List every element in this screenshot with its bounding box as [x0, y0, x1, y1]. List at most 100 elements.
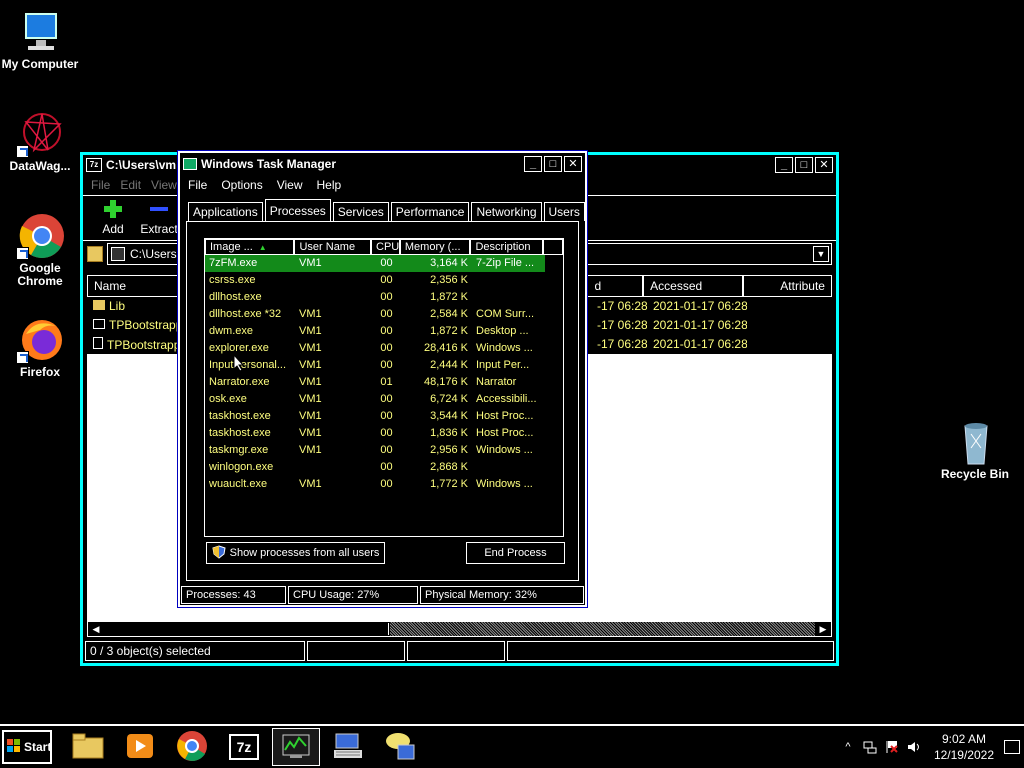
- address-dropdown-button[interactable]: ▼: [813, 246, 829, 262]
- clock[interactable]: 9:02 AM 12/19/2022: [934, 731, 994, 763]
- process-image: taskmgr.exe: [209, 444, 269, 456]
- maximize-button[interactable]: □: [795, 157, 813, 173]
- tab-networking[interactable]: Networking: [471, 202, 542, 221]
- process-row[interactable]: Narrator.exe VM1 01 48,176 K Narrator: [205, 374, 563, 391]
- process-row[interactable]: wuauclt.exe VM1 00 1,772 K Windows ...: [205, 476, 563, 493]
- menu-help[interactable]: Help: [317, 178, 342, 192]
- minimize-button[interactable]: _: [524, 155, 542, 172]
- process-cpu: 01: [380, 376, 393, 388]
- process-desc: 7-Zip File ...: [472, 255, 545, 272]
- process-row[interactable]: taskmgr.exe VM1 00 2,956 K Windows ...: [205, 442, 563, 459]
- process-desc: Host Proc...: [476, 427, 534, 439]
- task-manager-window: Windows Task Manager _ □ ✕ File Options …: [177, 150, 588, 608]
- column-name[interactable]: Name: [87, 275, 181, 297]
- column-user-name[interactable]: User Name: [294, 239, 372, 255]
- process-row[interactable]: osk.exe VM1 00 6,724 K Accessibili...: [205, 391, 563, 408]
- drive-icon: [111, 247, 125, 261]
- menu-view[interactable]: View: [151, 178, 177, 192]
- desktop-icon-chrome[interactable]: Google Chrome: [0, 212, 80, 288]
- desktop-icon-my-computer[interactable]: My Computer: [0, 8, 80, 71]
- chrome-icon: [16, 212, 64, 260]
- taskbar-media-player[interactable]: [116, 728, 164, 766]
- process-cpu: 00: [380, 274, 393, 286]
- menu-file[interactable]: File: [91, 178, 110, 192]
- start-button[interactable]: Start: [2, 730, 52, 764]
- process-row[interactable]: taskhost.exe VM1 00 3,544 K Host Proc...: [205, 408, 563, 425]
- desktop-icon-label: Google Chrome: [17, 261, 63, 288]
- process-row[interactable]: 7zFM.exe VM1 00 3,164 K 7-Zip File ...: [205, 255, 563, 272]
- desktop-icon-datawag[interactable]: DataWag...: [0, 110, 80, 173]
- firefox-icon: [16, 316, 64, 364]
- computer-icon: [16, 8, 64, 56]
- process-mem: 6,724 K: [430, 393, 468, 405]
- tab-users[interactable]: Users: [543, 202, 585, 221]
- tab-services[interactable]: Services: [332, 202, 389, 221]
- taskbar-explorer[interactable]: [64, 728, 112, 766]
- status-processes: Processes: 43: [181, 586, 286, 604]
- taskbar-chrome[interactable]: [168, 728, 216, 766]
- taskbar-task-manager[interactable]: [272, 728, 320, 766]
- folder-icon: [72, 732, 104, 763]
- plus-icon: [91, 198, 135, 220]
- menu-edit[interactable]: Edit: [120, 178, 141, 192]
- process-row[interactable]: dllhost.exe 00 1,872 K: [205, 289, 563, 306]
- menu-view[interactable]: View: [277, 178, 303, 192]
- menu-file[interactable]: File: [188, 178, 207, 192]
- desktop-icon-recycle-bin[interactable]: Recycle Bin: [935, 418, 1015, 481]
- close-button[interactable]: ✕: [815, 157, 833, 173]
- shield-icon: [212, 544, 226, 562]
- scroll-track[interactable]: [390, 622, 815, 636]
- desktop-icon-label: My Computer: [1, 57, 79, 71]
- process-cpu: 00: [380, 427, 393, 439]
- column-image-name[interactable]: Image ... ▲: [205, 239, 295, 255]
- task-manager-titlebar[interactable]: Windows Task Manager _ □ ✕: [180, 153, 585, 175]
- column-memory[interactable]: Memory (...: [399, 239, 471, 255]
- media-player-icon: [125, 732, 155, 763]
- process-row[interactable]: winlogon.exe 00 2,868 K: [205, 459, 563, 476]
- process-mem: 1,772 K: [430, 478, 468, 490]
- sevenzip-icon: 7z: [229, 734, 259, 760]
- process-row[interactable]: explorer.exe VM1 00 28,416 K Windows ...: [205, 340, 563, 357]
- horizontal-scrollbar[interactable]: ◀ ▶: [87, 621, 832, 637]
- scroll-left-icon[interactable]: ◀: [88, 622, 104, 636]
- sevenzip-app-icon: 7z: [86, 158, 102, 172]
- process-mem: 2,356 K: [430, 274, 468, 286]
- show-hidden-icons-icon[interactable]: ^: [840, 739, 856, 755]
- process-row[interactable]: dllhost.exe *32 VM1 00 2,584 K COM Surr...: [205, 306, 563, 323]
- shortcut-arrow-icon: [16, 351, 29, 364]
- show-desktop-icon[interactable]: [1004, 740, 1020, 754]
- add-button[interactable]: Add: [91, 198, 135, 236]
- taskbar-narrator[interactable]: [376, 728, 424, 766]
- tab-performance[interactable]: Performance: [390, 202, 470, 221]
- extract-button[interactable]: Extract: [135, 198, 183, 236]
- network-icon[interactable]: [862, 739, 878, 755]
- minimize-button[interactable]: _: [775, 157, 793, 173]
- menu-options[interactable]: Options: [221, 178, 262, 192]
- tab-applications[interactable]: Applications: [188, 202, 263, 221]
- tab-processes[interactable]: Processes: [264, 199, 331, 221]
- end-process-button[interactable]: End Process: [466, 542, 565, 564]
- column-accessed[interactable]: Accessed: [643, 275, 743, 297]
- desktop-icon-firefox[interactable]: Firefox: [0, 316, 80, 379]
- scroll-thumb[interactable]: [104, 623, 389, 635]
- scroll-right-icon[interactable]: ▶: [815, 622, 831, 636]
- show-all-processes-button[interactable]: Show processes from all users: [206, 542, 385, 564]
- taskbar-7zip[interactable]: 7z: [220, 728, 268, 766]
- process-desc: COM Surr...: [476, 308, 535, 320]
- process-row[interactable]: dwm.exe VM1 00 1,872 K Desktop ...: [205, 323, 563, 340]
- volume-icon[interactable]: [906, 739, 922, 755]
- process-row[interactable]: taskhost.exe VM1 00 1,836 K Host Proc...: [205, 425, 563, 442]
- process-row[interactable]: InputPersonal... VM1 00 2,444 K Input Per...: [205, 357, 563, 374]
- process-row[interactable]: csrss.exe 00 2,356 K: [205, 272, 563, 289]
- column-modified[interactable]: d: [587, 275, 644, 297]
- folder-up-icon[interactable]: [87, 246, 103, 262]
- taskbar-on-screen-keyboard[interactable]: [324, 728, 372, 766]
- close-button[interactable]: ✕: [564, 155, 582, 172]
- column-cpu[interactable]: CPU: [371, 239, 400, 255]
- action-center-icon[interactable]: [884, 739, 900, 755]
- column-description[interactable]: Description: [470, 239, 544, 255]
- maximize-button[interactable]: □: [544, 155, 562, 172]
- column-attribute[interactable]: Attribute: [742, 275, 832, 297]
- desktop-icon-label: DataWag...: [9, 159, 71, 173]
- process-mem: 1,872 K: [430, 325, 468, 337]
